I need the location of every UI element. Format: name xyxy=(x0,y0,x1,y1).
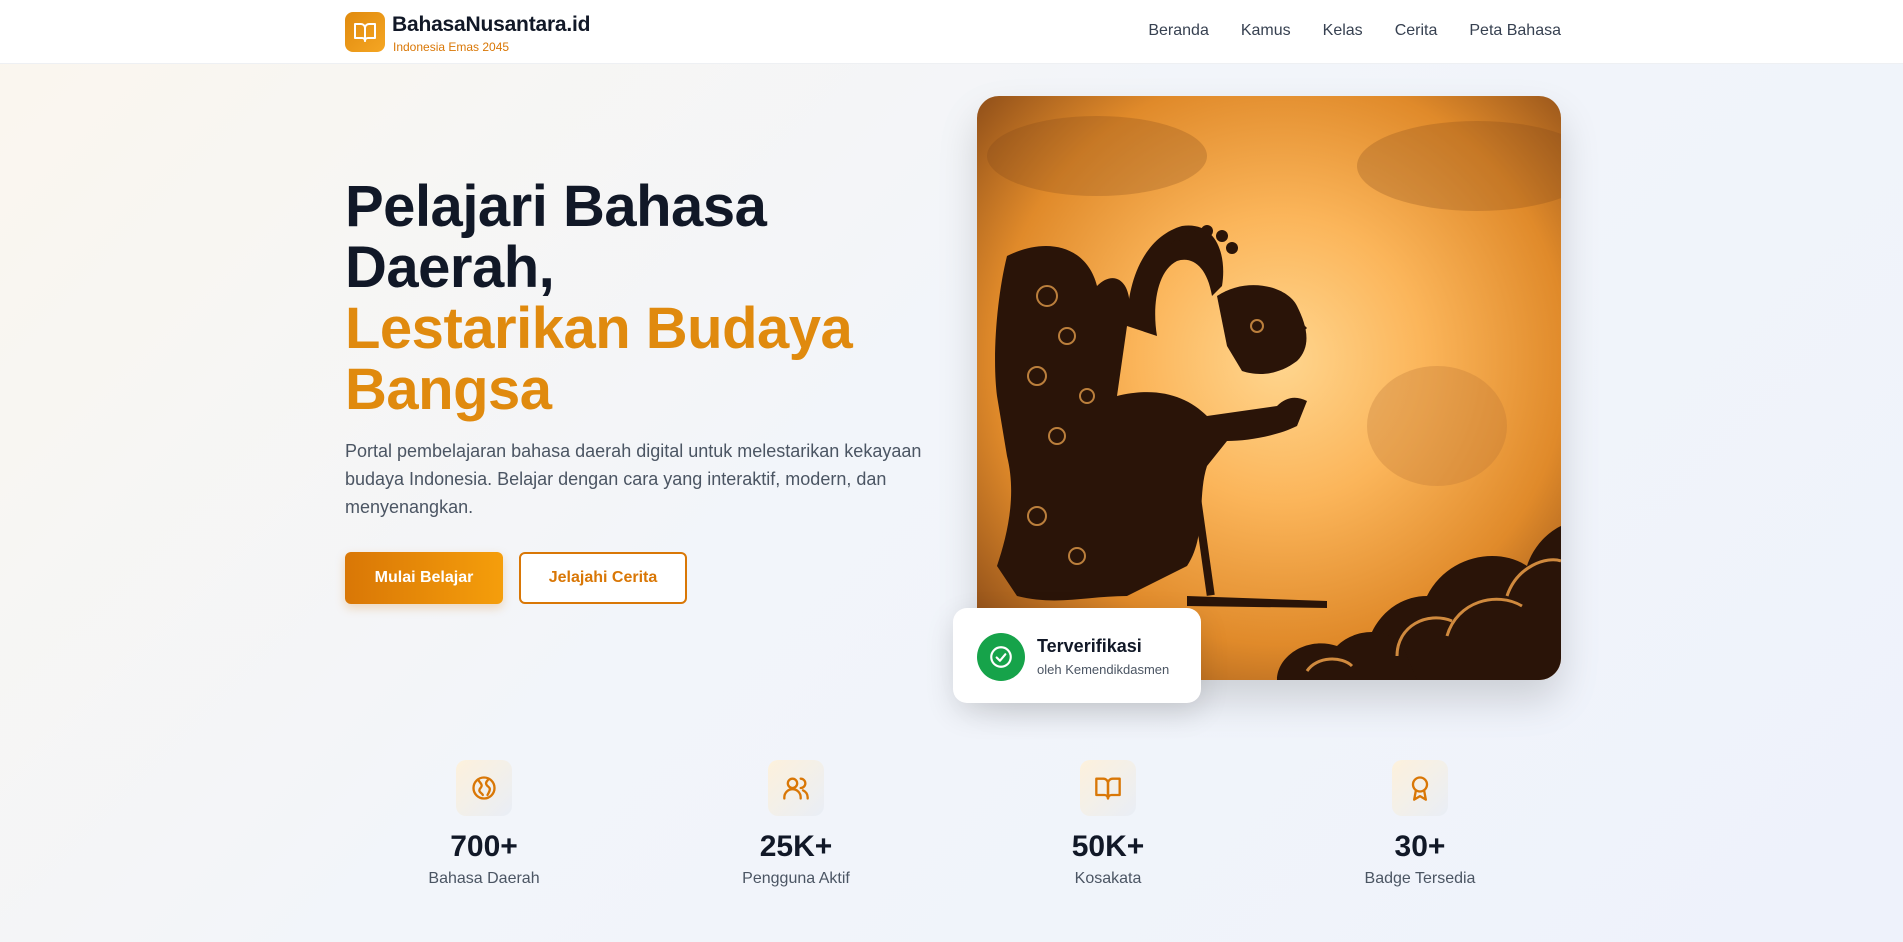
verified-subtitle: oleh Kemendikdasmen xyxy=(1037,662,1170,677)
award-icon xyxy=(1392,760,1448,816)
stat-value: 30+ xyxy=(1394,830,1446,863)
stat-label: Pengguna Aktif xyxy=(742,870,850,887)
hero-title-line2: Daerah, xyxy=(345,235,555,300)
nav-item-beranda[interactable]: Beranda xyxy=(1148,22,1209,40)
verified-badge-card: Terverifikasi oleh Kemendikdasmen xyxy=(953,608,1201,703)
stat-label: Kosakata xyxy=(1074,870,1142,887)
main-nav: Beranda Kamus Kelas Cerita Peta Bahasa xyxy=(1148,22,1561,40)
stat-value: 50K+ xyxy=(1071,830,1145,863)
stat-value: 700+ xyxy=(450,830,518,863)
stat-badge-tersedia: 30+ Badge Tersedia xyxy=(1300,760,1540,888)
verified-title: Terverifikasi xyxy=(1037,636,1142,656)
stat-pengguna-aktif: 25K+ Pengguna Aktif xyxy=(676,760,916,888)
stat-kosakata: 50K+ Kosakata xyxy=(988,760,1228,888)
nav-item-kelas[interactable]: Kelas xyxy=(1323,22,1363,40)
users-icon xyxy=(768,760,824,816)
hero-title: Pelajari Bahasa Daerah, Lestarikan Buday… xyxy=(345,176,925,420)
wayang-silhouette-image xyxy=(977,96,1561,680)
nav-item-cerita[interactable]: Cerita xyxy=(1395,22,1438,40)
check-circle-icon xyxy=(977,633,1025,681)
nav-item-kamus[interactable]: Kamus xyxy=(1241,22,1291,40)
brand-tagline: Indonesia Emas 2045 xyxy=(393,40,510,54)
stat-label: Bahasa Daerah xyxy=(428,870,540,887)
logo-book-icon[interactable] xyxy=(345,12,385,52)
site-header: BahasaNusantara.id Indonesia Emas 2045 B… xyxy=(0,0,1903,64)
stat-value: 25K+ xyxy=(759,830,833,863)
start-learning-button[interactable]: Mulai Belajar xyxy=(345,552,503,604)
hero-title-accent2: Bangsa xyxy=(345,357,552,422)
hero-title-line1: Pelajari Bahasa xyxy=(345,174,767,239)
globe-icon xyxy=(456,760,512,816)
explore-stories-button[interactable]: Jelajahi Cerita xyxy=(519,552,687,604)
hero-description: Portal pembelajaran bahasa daerah digita… xyxy=(345,441,922,517)
hero-title-accent1: Lestarikan Budaya xyxy=(345,296,853,361)
stat-bahasa-daerah: 700+ Bahasa Daerah xyxy=(364,760,604,888)
book-open-icon xyxy=(1080,760,1136,816)
nav-item-peta-bahasa[interactable]: Peta Bahasa xyxy=(1469,22,1561,40)
brand-name[interactable]: BahasaNusantara.id xyxy=(392,13,591,37)
stat-label: Badge Tersedia xyxy=(1364,870,1476,887)
